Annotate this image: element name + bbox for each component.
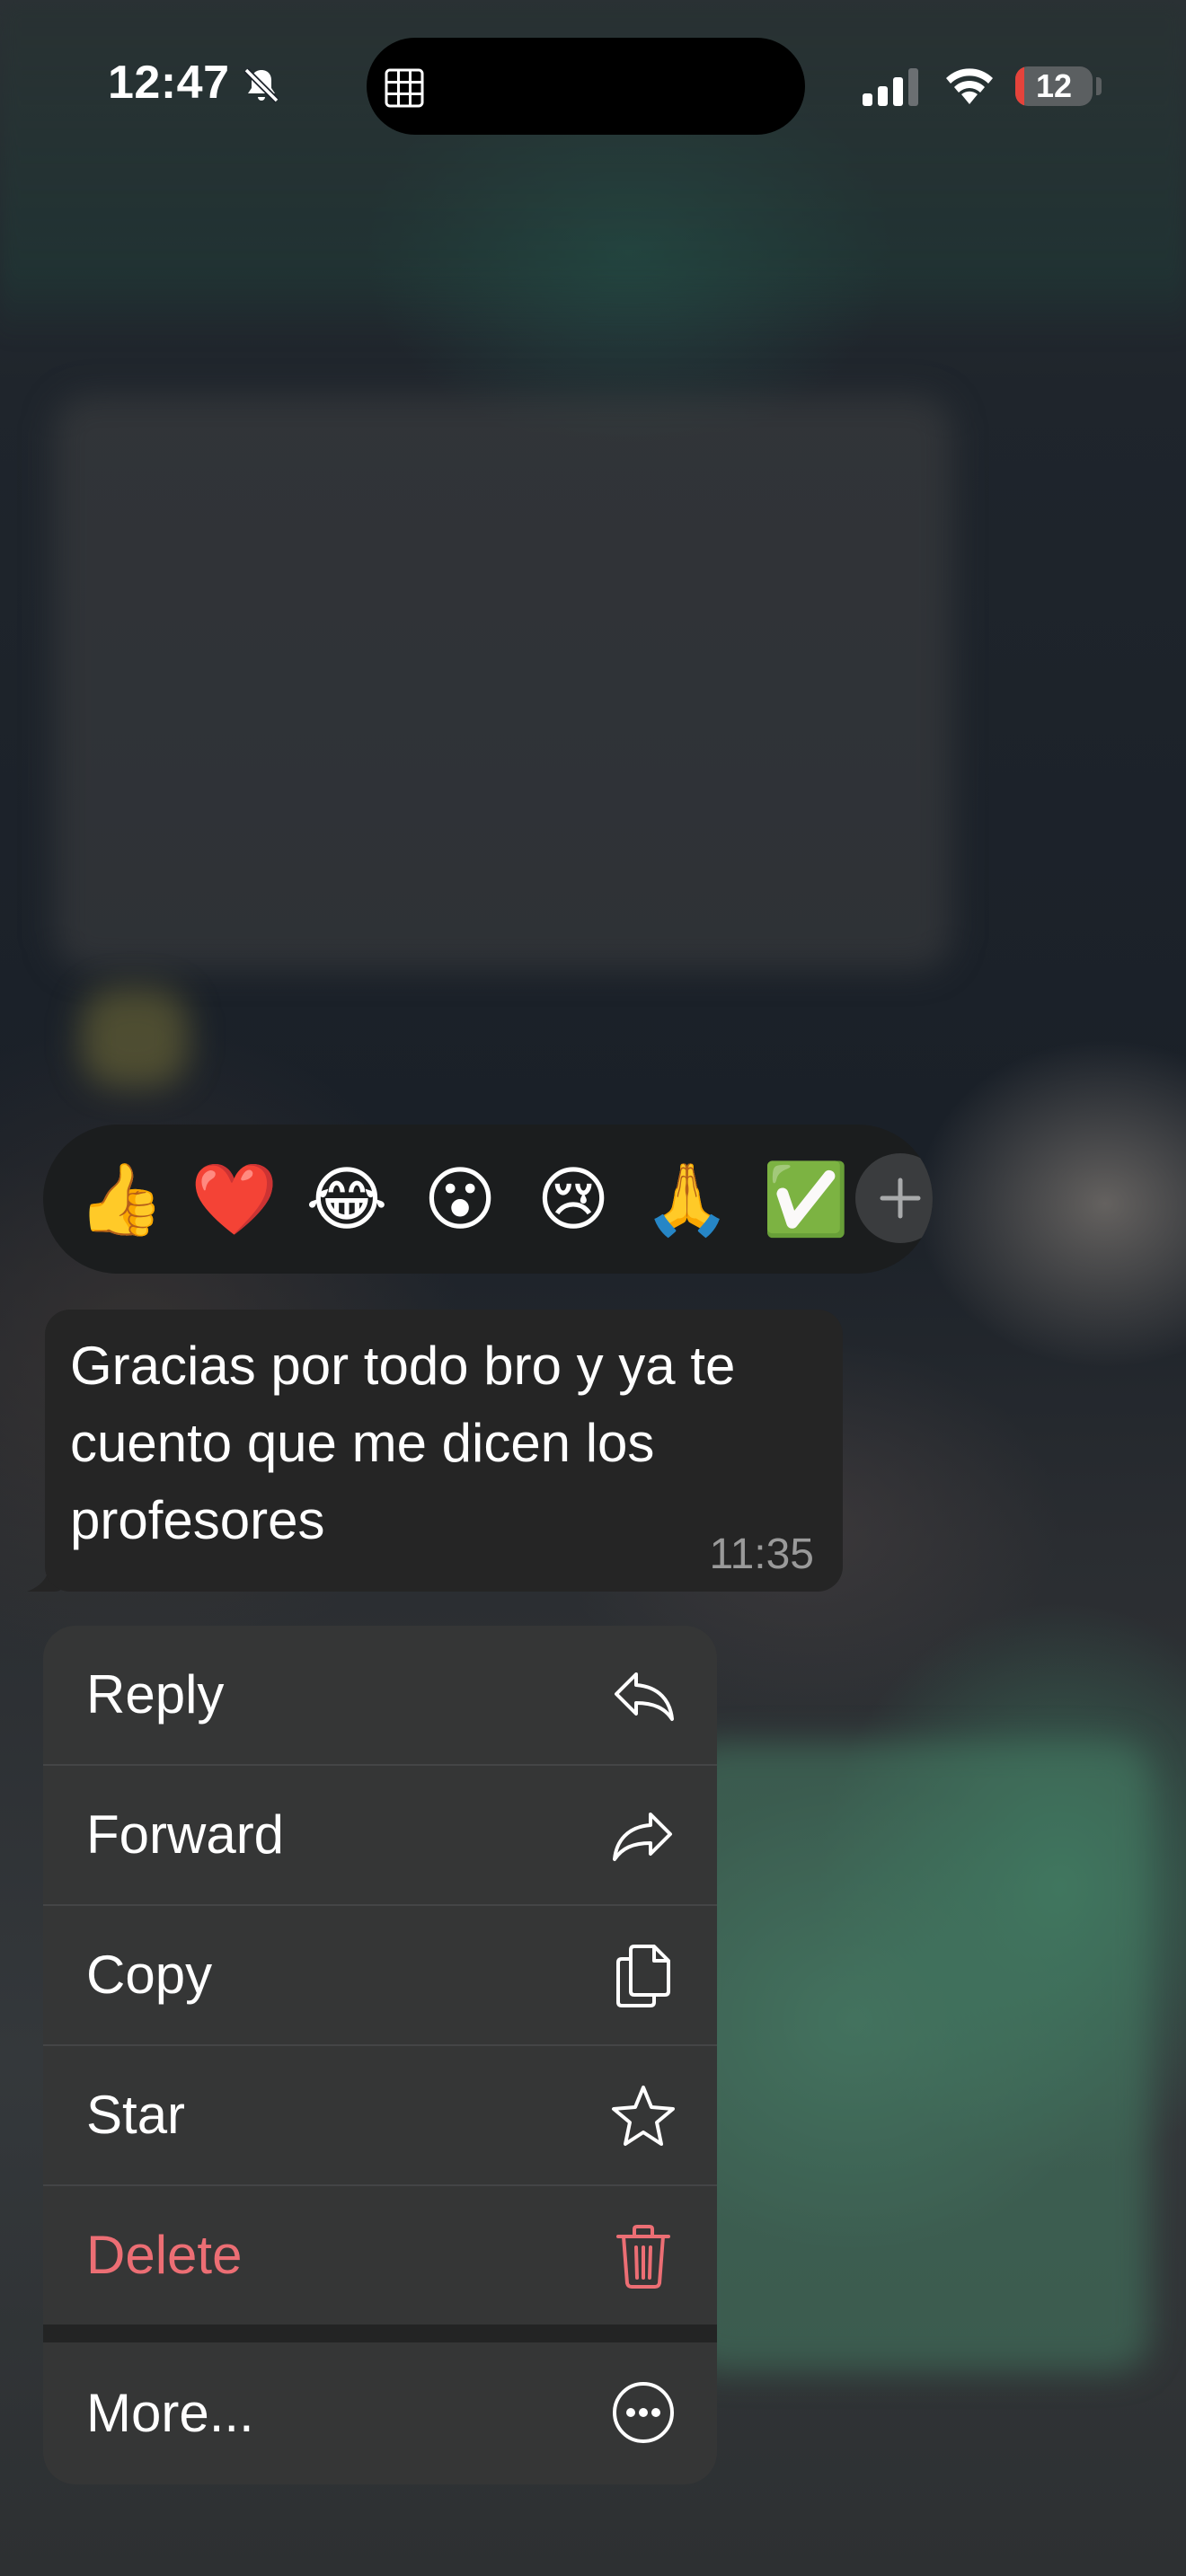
- reaction-surprised[interactable]: 😮: [417, 1157, 503, 1243]
- star-icon: [612, 2086, 675, 2146]
- reply-icon: [615, 1672, 674, 1721]
- menu-item-label: Delete: [86, 2225, 243, 2285]
- menu-item-delete[interactable]: Delete: [43, 2186, 717, 2325]
- message-context-menu: Reply Forward Copy Star Delete More...: [43, 1626, 717, 2484]
- menu-item-label: Star: [86, 2085, 186, 2145]
- grid-icon: [385, 68, 424, 108]
- menu-item-more[interactable]: More...: [43, 2342, 717, 2484]
- message-bubble[interactable]: Gracias por todo bro y ya te cuento que …: [45, 1310, 843, 1592]
- menu-item-label: Forward: [86, 1804, 285, 1865]
- trash-icon: [616, 2225, 670, 2289]
- reaction-tears-of-joy[interactable]: 😂: [304, 1157, 390, 1243]
- battery-tip: [1096, 77, 1102, 95]
- add-reaction-button[interactable]: [855, 1153, 933, 1243]
- blurred-message: [54, 395, 952, 970]
- battery-indicator: 12: [1015, 66, 1093, 106]
- blurred-sent-message: [683, 1742, 1150, 2371]
- reaction-thumbs-up[interactable]: 👍: [77, 1157, 164, 1243]
- status-time: 12:47: [108, 57, 230, 109]
- cellular-signal-icon: [863, 68, 918, 106]
- bell-muted-icon: [243, 67, 279, 103]
- menu-item-reply[interactable]: Reply: [43, 1626, 717, 1764]
- reaction-check-mark[interactable]: ✅: [762, 1157, 849, 1243]
- menu-item-label: Copy: [86, 1945, 213, 2005]
- menu-item-copy[interactable]: Copy: [43, 1906, 717, 2044]
- forward-icon: [613, 1813, 672, 1861]
- copy-icon: [616, 1945, 670, 2007]
- menu-item-label: More...: [86, 2383, 254, 2443]
- menu-item-forward[interactable]: Forward: [43, 1766, 717, 1904]
- wifi-icon: [946, 68, 993, 104]
- menu-group-separator: [43, 2325, 717, 2342]
- more-icon: [613, 2382, 674, 2443]
- battery-level: 12: [1035, 67, 1073, 104]
- reaction-folded-hands[interactable]: 🙏: [643, 1157, 730, 1243]
- dynamic-island: [367, 38, 805, 135]
- message-timestamp: 11:35: [709, 1531, 814, 1578]
- status-bar: 12:47 12: [0, 0, 1186, 180]
- reaction-bar: 👍 ❤️ 😂 😮 😢 🙏 ✅: [43, 1125, 933, 1274]
- reaction-crying[interactable]: 😢: [530, 1157, 616, 1243]
- menu-item-star[interactable]: Star: [43, 2046, 717, 2184]
- message-text: Gracias por todo bro y ya te cuento que …: [70, 1336, 736, 1550]
- blurred-reaction: [81, 988, 189, 1087]
- menu-item-label: Reply: [86, 1664, 225, 1725]
- plus-icon: [880, 1178, 921, 1219]
- reaction-red-heart[interactable]: ❤️: [190, 1157, 278, 1243]
